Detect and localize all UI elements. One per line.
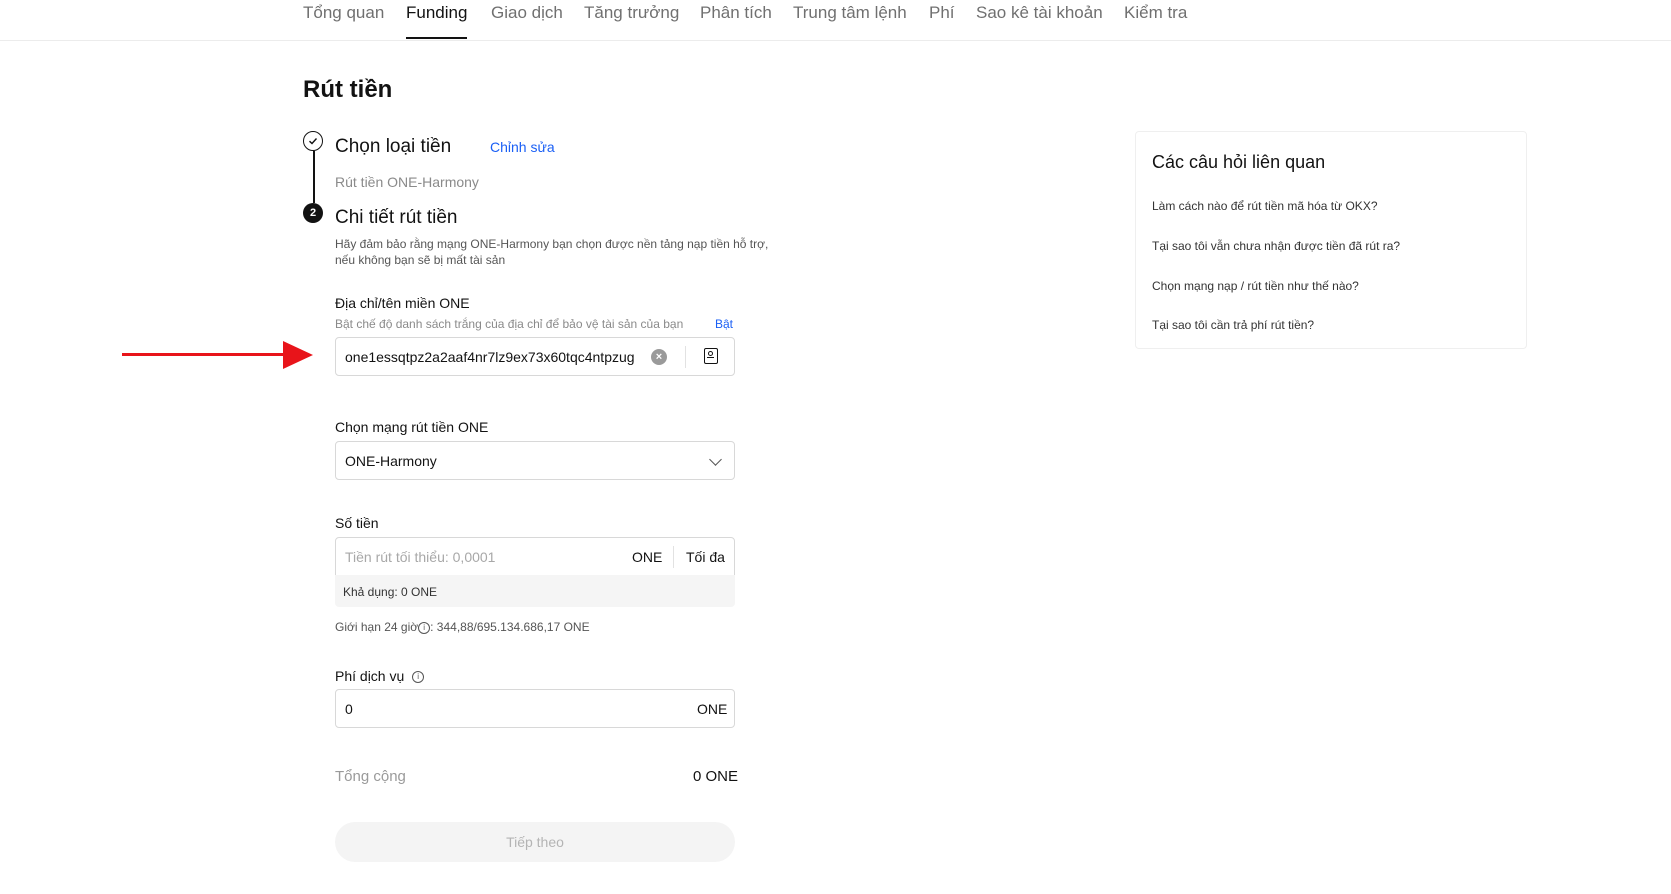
amount-placeholder: Tiền rút tối thiểu: 0,0001 <box>345 549 496 565</box>
faq-item[interactable]: Chọn mạng nạp / rút tiền như thế nào? <box>1152 279 1359 293</box>
network-warning-line1: Hãy đảm bảo rằng mạng ONE-Harmony bạn ch… <box>335 237 769 251</box>
network-warning-line2: nếu không bạn sẽ bị mất tài sản <box>335 253 506 267</box>
page-title: Rút tiền <box>303 76 393 103</box>
max-button[interactable]: Tối đa <box>686 549 725 565</box>
stepper-connector <box>313 151 315 203</box>
faq-item[interactable]: Tại sao tôi vẫn chưa nhận được tiền đã r… <box>1152 239 1400 253</box>
tab-account-statement[interactable]: Sao kê tài khoản <box>976 3 1103 23</box>
address-book-icon[interactable] <box>704 348 718 364</box>
enable-whitelist-link[interactable]: Bật <box>715 317 733 331</box>
tab-growth[interactable]: Tăng trưởng <box>584 3 679 23</box>
daily-limit: Giới hạn 24 giờ i: 344,88/695.134.686,17 … <box>335 620 590 634</box>
address-value: one1essqtpz2a2aaf4nr7lz9ex73x60tqc4ntpzu… <box>345 349 635 365</box>
total-label: Tổng cộng <box>335 768 406 785</box>
faq-card: Các câu hỏi liên quan Làm cách nào để rú… <box>1135 131 1527 349</box>
daily-limit-value: : 344,88/695.134.686,17 ONE <box>430 620 590 634</box>
step1-check-icon <box>303 131 323 151</box>
tab-trading[interactable]: Giao dịch <box>491 3 563 23</box>
tab-fees[interactable]: Phí <box>929 3 955 23</box>
annotation-arrow-shaft <box>122 353 287 356</box>
step1-title: Chọn loại tiền <box>335 136 452 157</box>
info-icon[interactable]: i <box>418 621 431 634</box>
step1-summary: Rút tiền ONE-Harmony <box>335 174 479 190</box>
tab-overview[interactable]: Tổng quan <box>303 3 384 23</box>
tab-analysis[interactable]: Phân tích <box>700 3 772 23</box>
network-label: Chọn mạng rút tiền ONE <box>335 419 489 435</box>
fee-label: Phí dịch vụ <box>335 668 405 684</box>
field-divider <box>685 346 686 368</box>
fee-unit: ONE <box>697 701 728 717</box>
amount-unit: ONE <box>632 549 663 565</box>
network-select[interactable]: ONE-Harmony <box>335 441 735 480</box>
amount-label: Số tiền <box>335 515 379 531</box>
total-value: 0 ONE <box>693 768 739 785</box>
clear-icon[interactable]: × <box>651 349 667 365</box>
network-selected: ONE-Harmony <box>345 453 437 469</box>
address-label: Địa chỉ/tên miền ONE <box>335 295 470 311</box>
faq-item[interactable]: Tại sao tôi cần trả phí rút tiền? <box>1152 318 1314 332</box>
tab-order-center[interactable]: Trung tâm lệnh <box>793 3 907 23</box>
step2-title: Chi tiết rút tiền <box>335 207 458 228</box>
info-icon[interactable]: i <box>412 671 425 684</box>
field-divider <box>673 546 674 568</box>
fee-field: 0 ONE <box>335 689 735 728</box>
available-text: Khả dụng: 0 ONE <box>343 585 438 599</box>
annotation-arrow-icon <box>283 341 313 369</box>
edit-currency-link[interactable]: Chỉnh sửa <box>490 139 555 155</box>
step2-number-badge: 2 <box>303 203 323 223</box>
chevron-down-icon <box>709 453 722 466</box>
tab-funding[interactable]: Funding <box>406 3 467 23</box>
whitelist-hint: Bật chế độ danh sách trắng của địa chỉ đ… <box>335 317 684 331</box>
tab-audit[interactable]: Kiểm tra <box>1124 3 1187 23</box>
available-balance: Khả dụng: 0 ONE <box>335 575 735 607</box>
top-nav: Tổng quan Funding Giao dịch Tăng trưởng … <box>0 0 1671 41</box>
active-tab-underline <box>406 37 467 39</box>
faq-title: Các câu hỏi liên quan <box>1152 152 1326 172</box>
next-button[interactable]: Tiếp theo <box>335 822 735 862</box>
fee-value: 0 <box>345 701 353 717</box>
address-input[interactable]: one1essqtpz2a2aaf4nr7lz9ex73x60tqc4ntpzu… <box>335 337 735 376</box>
faq-item[interactable]: Làm cách nào để rút tiền mã hóa từ OKX? <box>1152 199 1378 213</box>
amount-input[interactable]: Tiền rút tối thiểu: 0,0001 ONE Tối đa <box>335 537 735 576</box>
fee-label-row: Phí dịch vụ i <box>335 668 425 684</box>
daily-limit-label: Giới hạn 24 giờ <box>335 620 419 634</box>
